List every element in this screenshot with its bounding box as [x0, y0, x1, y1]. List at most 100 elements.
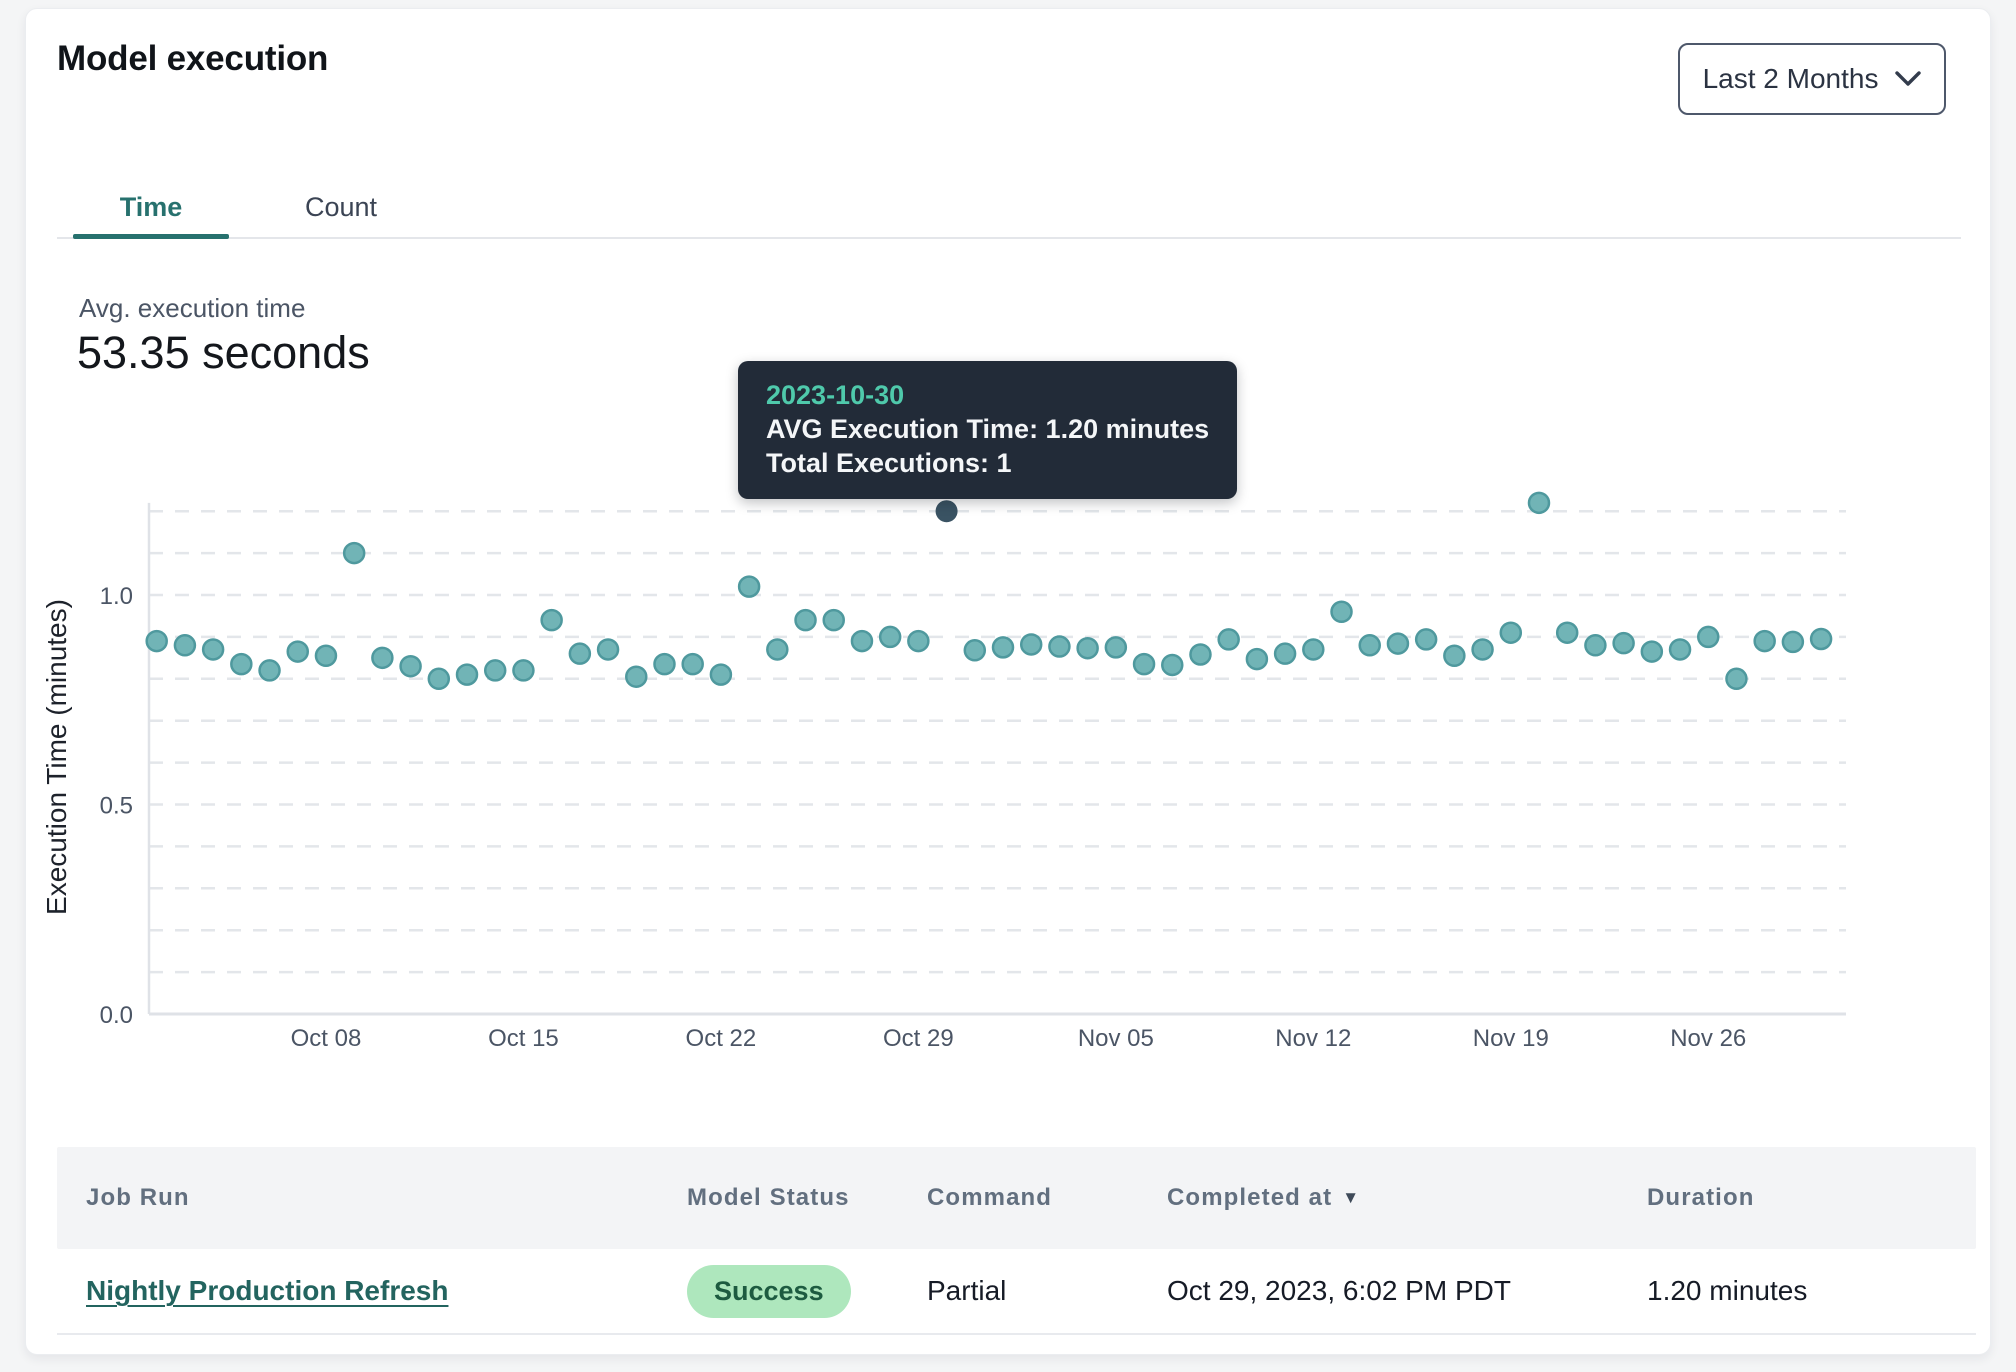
y-tick-label: 1.0	[100, 583, 133, 610]
data-point[interactable]	[344, 543, 364, 563]
data-point[interactable]	[739, 577, 759, 597]
data-point[interactable]	[880, 627, 900, 647]
y-axis-title: Execution Time (minutes)	[41, 599, 72, 915]
x-tick-label: Oct 15	[488, 1025, 559, 1052]
model-execution-card: Model execution Last 2 Months Time Count…	[25, 8, 1991, 1355]
avg-execution-time-label: Avg. execution time	[79, 293, 305, 324]
column-header-job-run[interactable]: Job Run	[57, 1184, 658, 1212]
status-badge: Success	[687, 1265, 851, 1318]
data-point[interactable]	[965, 640, 985, 660]
page-title: Model execution	[57, 39, 328, 79]
data-point[interactable]	[288, 642, 308, 662]
active-tab-indicator	[73, 234, 229, 239]
column-header-model-status[interactable]: Model Status	[658, 1184, 898, 1212]
data-point[interactable]	[372, 648, 392, 668]
page: Model execution Last 2 Months Time Count…	[0, 0, 2016, 1372]
tooltip-total-line: Total Executions: 1	[766, 446, 1209, 480]
x-tick-label: Oct 08	[291, 1025, 362, 1052]
job-run-link[interactable]: Nightly Production Refresh	[86, 1275, 448, 1306]
data-point-highlighted[interactable]	[936, 500, 958, 522]
column-header-duration[interactable]: Duration	[1618, 1184, 1976, 1212]
data-point[interactable]	[1049, 637, 1069, 657]
x-tick-label: Oct 29	[883, 1025, 954, 1052]
data-point[interactable]	[654, 654, 674, 674]
data-point[interactable]	[1529, 493, 1549, 513]
data-point[interactable]	[1021, 634, 1041, 654]
data-point[interactable]	[260, 660, 280, 680]
data-point[interactable]	[683, 654, 703, 674]
data-point[interactable]	[852, 631, 872, 651]
data-point[interactable]	[1332, 602, 1352, 622]
data-point[interactable]	[147, 631, 167, 651]
chevron-down-icon	[1895, 71, 1921, 87]
data-point[interactable]	[1642, 642, 1662, 662]
execution-time-scatter-chart: 0.0 0.5 1.0 Oct 08 Oct 15 Oct 22 Oct 29 Nov 05 N…	[26, 461, 1992, 1101]
data-point[interactable]	[1303, 639, 1323, 659]
data-point[interactable]	[429, 669, 449, 689]
data-point[interactable]	[1444, 646, 1464, 666]
data-point[interactable]	[1106, 637, 1126, 657]
command-cell: Partial	[898, 1275, 1138, 1307]
x-tick-label: Nov 12	[1275, 1025, 1351, 1052]
tab-count[interactable]: Count	[281, 181, 401, 233]
data-point[interactable]	[1783, 632, 1803, 652]
data-point[interactable]	[457, 665, 477, 685]
x-tick-label: Nov 05	[1078, 1025, 1154, 1052]
data-point[interactable]	[175, 635, 195, 655]
data-point[interactable]	[513, 660, 533, 680]
sort-desc-icon: ▼	[1342, 1188, 1360, 1207]
x-tick-label: Oct 22	[686, 1025, 757, 1052]
data-point[interactable]	[993, 637, 1013, 657]
data-point[interactable]	[1811, 629, 1831, 649]
y-tick-label: 0.5	[100, 793, 133, 820]
data-point[interactable]	[1473, 639, 1493, 659]
data-point[interactable]	[626, 667, 646, 687]
data-point[interactable]	[1162, 655, 1182, 675]
data-point[interactable]	[1670, 639, 1690, 659]
data-point[interactable]	[598, 639, 618, 659]
column-header-completed-at[interactable]: Completed at▼	[1138, 1184, 1618, 1212]
data-point[interactable]	[1614, 633, 1634, 653]
data-point[interactable]	[1078, 638, 1098, 658]
tabs-divider	[57, 237, 1961, 239]
data-point[interactable]	[1557, 623, 1577, 643]
data-point[interactable]	[796, 610, 816, 630]
tooltip-avg-line: AVG Execution Time: 1.20 minutes	[766, 412, 1209, 446]
data-point[interactable]	[1360, 635, 1380, 655]
data-point[interactable]	[1755, 631, 1775, 651]
date-range-dropdown[interactable]: Last 2 Months	[1678, 43, 1946, 115]
data-point[interactable]	[1585, 635, 1605, 655]
tab-time[interactable]: Time	[73, 181, 229, 233]
data-point[interactable]	[824, 610, 844, 630]
data-point[interactable]	[767, 639, 787, 659]
data-point[interactable]	[1388, 634, 1408, 654]
data-point[interactable]	[1219, 629, 1239, 649]
data-point[interactable]	[1247, 649, 1267, 669]
data-point[interactable]	[231, 654, 251, 674]
tooltip-date: 2023-10-30	[766, 378, 1209, 412]
data-point[interactable]	[1698, 627, 1718, 647]
data-point[interactable]	[401, 656, 421, 676]
data-point[interactable]	[485, 660, 505, 680]
data-point[interactable]	[542, 610, 562, 630]
chart-tooltip: 2023-10-30 AVG Execution Time: 1.20 minu…	[738, 361, 1237, 499]
data-point[interactable]	[1726, 669, 1746, 689]
completed-at-cell: Oct 29, 2023, 6:02 PM PDT	[1138, 1275, 1618, 1307]
y-tick-label: 0.0	[100, 1002, 133, 1029]
duration-cell: 1.20 minutes	[1618, 1275, 1976, 1307]
data-point[interactable]	[316, 646, 336, 666]
data-point[interactable]	[203, 639, 223, 659]
column-header-command[interactable]: Command	[898, 1184, 1138, 1212]
data-point[interactable]	[711, 665, 731, 685]
data-point[interactable]	[570, 644, 590, 664]
data-point[interactable]	[1190, 644, 1210, 664]
data-point[interactable]	[908, 631, 928, 651]
data-point[interactable]	[1416, 629, 1436, 649]
x-tick-label: Nov 19	[1473, 1025, 1549, 1052]
data-point[interactable]	[1134, 654, 1154, 674]
data-point[interactable]	[1275, 644, 1295, 664]
x-tick-label: Nov 26	[1670, 1025, 1746, 1052]
avg-execution-time-value: 53.35 seconds	[77, 327, 370, 379]
data-point[interactable]	[1501, 623, 1521, 643]
chart-svg[interactable]: 0.0 0.5 1.0 Oct 08 Oct 15 Oct 22 Oct 29 Nov 05 N…	[26, 461, 1992, 1101]
